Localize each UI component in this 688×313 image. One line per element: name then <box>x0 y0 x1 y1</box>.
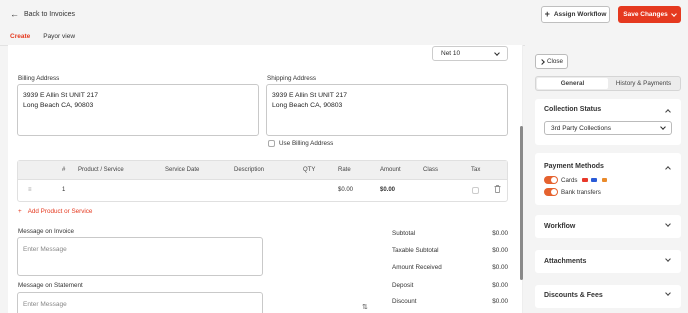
col-qty: QTY <box>303 167 316 173</box>
add-product-label: Add Product or Service <box>27 208 93 215</box>
summary-value: $0.00 <box>492 298 508 305</box>
shipping-line2: Long Beach CA, 90803 <box>272 102 343 109</box>
collection-status-value: 3rd Party Collections <box>551 124 611 132</box>
col-amount: Amount <box>380 167 401 173</box>
plus-icon: + <box>18 208 22 215</box>
save-changes-button[interactable]: Save Changes <box>618 6 681 23</box>
terms-select[interactable]: Net 10 <box>432 46 508 61</box>
bank-transfers-toggle[interactable] <box>544 188 558 196</box>
col-class: Class <box>423 167 439 173</box>
message-invoice-field[interactable]: Enter Message <box>17 237 263 276</box>
payment-methods-section: Payment Methods Cards Bank transfers <box>535 153 681 205</box>
back-label: Back to Invoices <box>24 11 75 18</box>
row-amount: $0.00 <box>380 187 396 193</box>
discounts-fees-title: Discounts & Fees <box>544 292 603 299</box>
chevron-up-icon[interactable] <box>665 166 671 172</box>
line-items-table: # Product / Service Service Date Descrip… <box>17 160 508 202</box>
chevron-right-icon <box>539 58 545 65</box>
message-statement-field[interactable]: Enter Message <box>17 292 263 313</box>
summary-value: $0.00 <box>492 230 508 237</box>
visa-icon <box>591 178 597 182</box>
shipping-address-field[interactable]: 3939 E Allin St UNIT 217 Long Beach CA, … <box>266 84 508 136</box>
table-header: # Product / Service Service Date Descrip… <box>18 161 507 180</box>
discover-icon <box>602 178 607 182</box>
collection-status-title: Collection Status <box>544 106 602 113</box>
payment-methods-title: Payment Methods <box>544 163 604 170</box>
back-to-invoices-link[interactable]: ← Back to Invoices <box>10 9 75 19</box>
chevron-down-icon <box>665 256 671 262</box>
discounts-fees-section[interactable]: Discounts & Fees <box>535 285 681 308</box>
workflow-section[interactable]: Workflow <box>535 215 681 238</box>
swap-vertical-icon[interactable]: ⇅ <box>362 303 368 311</box>
chevron-up-icon[interactable] <box>665 109 671 115</box>
main-scrollbar[interactable] <box>520 126 523 280</box>
tab-general[interactable]: General <box>537 78 608 89</box>
summary-value: $0.00 <box>492 247 508 254</box>
summary-value: $0.00 <box>492 264 508 271</box>
col-tax: Tax <box>471 167 481 173</box>
collection-status-section: Collection Status 3rd Party Collections <box>535 99 681 145</box>
chevron-down-icon <box>665 290 671 296</box>
add-product-link[interactable]: + Add Product or Service <box>18 208 92 215</box>
cards-toggle[interactable] <box>544 176 558 184</box>
summary-label: Deposit <box>392 282 414 289</box>
chevron-down-icon <box>670 10 677 17</box>
use-billing-label: Use Billing Address <box>279 140 334 147</box>
chevron-down-icon <box>660 124 666 130</box>
summary-value: $0.00 <box>492 282 508 289</box>
row-rate[interactable]: $0.00 <box>338 187 353 193</box>
col-rate: Rate <box>338 167 351 173</box>
arrow-left-icon: ← <box>10 9 19 19</box>
row-tax-checkbox[interactable] <box>472 187 479 194</box>
col-product: Product / Service <box>78 167 124 173</box>
tab-history-payments[interactable]: History & Payments <box>608 78 679 89</box>
col-service-date: Service Date <box>165 167 200 173</box>
workflow-title: Workflow <box>544 223 576 230</box>
billing-address-field[interactable]: 3939 E Allin St UNIT 217 Long Beach CA, … <box>17 84 259 136</box>
col-description: Description <box>234 167 265 173</box>
terms-value: Net 10 <box>441 50 461 57</box>
mastercard-icon <box>582 178 588 182</box>
summary-label: Subtotal <box>392 230 416 237</box>
panel-tabs: General History & Payments <box>535 76 681 91</box>
chevron-down-icon <box>494 49 500 56</box>
col-num: # <box>62 167 66 173</box>
attachments-title: Attachments <box>544 258 587 265</box>
save-changes-label: Save Changes <box>623 11 668 18</box>
billing-line1: 3939 E Allin St UNIT 217 <box>23 92 99 99</box>
drag-handle-icon[interactable]: ≡ <box>28 187 32 193</box>
shipping-address-label: Shipping Address <box>267 75 317 82</box>
chevron-down-icon <box>665 221 671 227</box>
billing-address-label: Billing Address <box>18 75 60 82</box>
shipping-line1: 3939 E Allin St UNIT 217 <box>272 92 348 99</box>
bank-transfers-label: Bank transfers <box>561 189 601 196</box>
attachments-section[interactable]: Attachments <box>535 250 681 273</box>
close-panel-button[interactable]: Close <box>535 54 568 69</box>
message-invoice-label: Message on Invoice <box>18 228 75 235</box>
plus-icon: + <box>544 9 550 19</box>
message-statement-label: Message on Statement <box>18 282 83 289</box>
summary-label: Discount <box>392 298 417 305</box>
billing-line2: Long Beach CA, 90803 <box>23 102 94 109</box>
summary-label: Amount Received <box>392 264 442 271</box>
trash-icon[interactable] <box>494 185 501 195</box>
use-billing-checkbox[interactable] <box>268 140 275 147</box>
summary-label: Taxable Subtotal <box>392 247 439 254</box>
use-billing-address-option[interactable]: Use Billing Address <box>268 140 333 147</box>
message-invoice-placeholder: Enter Message <box>23 246 67 253</box>
message-statement-placeholder: Enter Message <box>23 301 67 308</box>
cards-label: Cards <box>561 177 578 184</box>
assign-workflow-label: Assign Workflow <box>553 11 607 18</box>
assign-workflow-button[interactable]: + Assign Workflow <box>541 6 610 23</box>
row-num: 1 <box>62 187 66 193</box>
collection-status-select[interactable]: 3rd Party Collections <box>544 121 672 135</box>
close-label: Close <box>546 58 564 65</box>
